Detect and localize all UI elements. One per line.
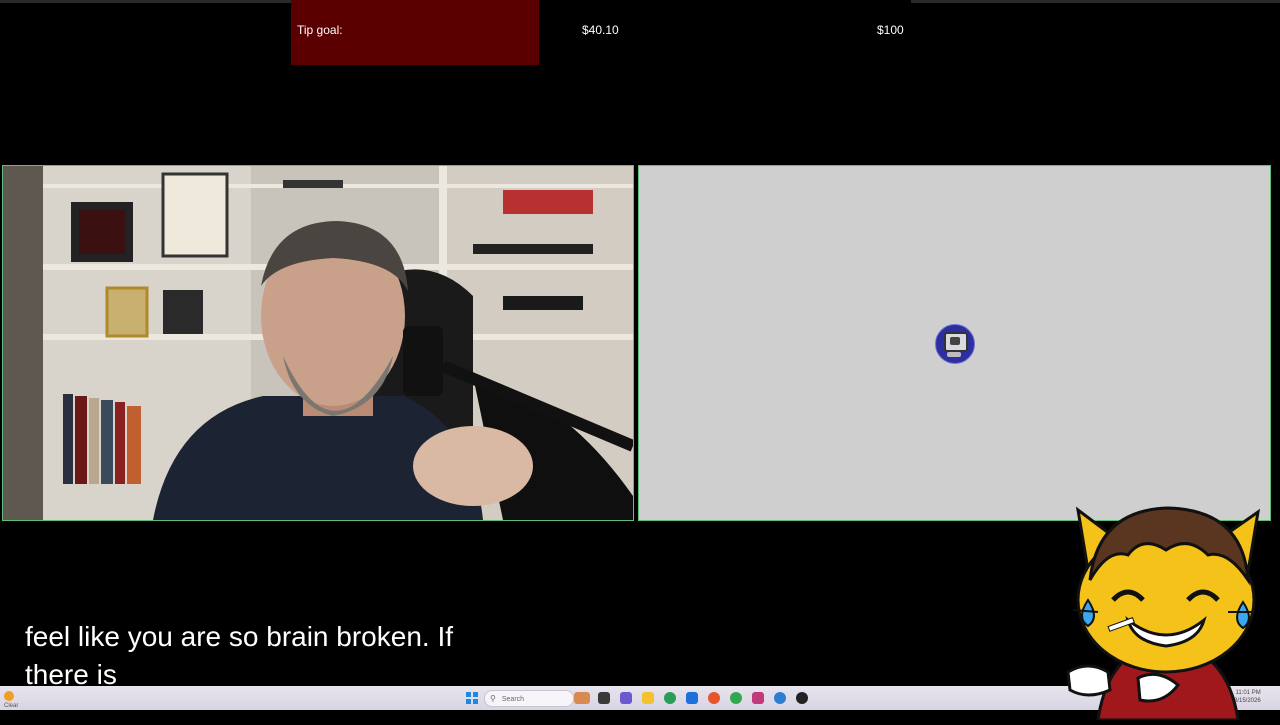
app-icon[interactable] (752, 692, 764, 704)
tip-goal-label: Tip goal: (297, 23, 343, 37)
computer-monitor-icon (935, 324, 975, 364)
weather-widget[interactable]: Clear (4, 691, 28, 709)
tip-goal-current: $40.10 (582, 23, 619, 37)
tip-goal-target: $100 (877, 23, 904, 37)
sun-icon (4, 691, 14, 701)
obs-icon[interactable] (796, 692, 808, 704)
firefox-icon[interactable] (708, 692, 720, 704)
file-explorer-icon[interactable] (642, 692, 654, 704)
search-icon: ⚲ (490, 694, 496, 703)
mascot-avatar (1058, 500, 1273, 722)
weather-text: Clear (4, 703, 19, 709)
browser-icon[interactable] (774, 692, 786, 704)
webcam-feed (3, 166, 633, 520)
top-divider-right (911, 0, 1280, 3)
screen-share-panel (638, 165, 1271, 521)
webcam-panel (2, 165, 634, 521)
chrome-icon[interactable] (664, 692, 676, 704)
task-view-icon[interactable] (598, 692, 610, 704)
store-icon[interactable] (686, 692, 698, 704)
widgets-icon[interactable] (574, 692, 590, 704)
search-placeholder: Search (501, 696, 525, 703)
top-divider-left (0, 0, 291, 3)
search-box[interactable]: ⚲ Search (484, 690, 574, 707)
caption-line-1: feel like you are so brain broken. If (17, 618, 462, 655)
edge-icon[interactable] (730, 692, 742, 704)
teams-icon[interactable] (620, 692, 632, 704)
start-button[interactable] (466, 692, 478, 704)
